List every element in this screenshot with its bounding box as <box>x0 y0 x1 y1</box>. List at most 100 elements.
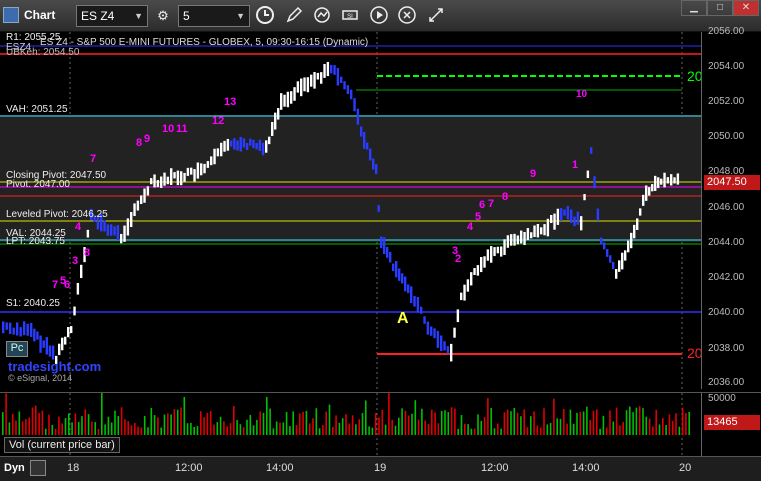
price-bar <box>383 237 386 255</box>
price-bar <box>576 211 580 225</box>
price-bar <box>550 215 553 224</box>
volume-bar <box>599 428 601 435</box>
price-bar <box>73 306 76 316</box>
play-icon[interactable] <box>368 5 390 27</box>
volume-bar <box>338 422 341 435</box>
chevron-down-icon[interactable]: ▼ <box>134 6 143 26</box>
volume-bar <box>632 412 634 435</box>
price-bar <box>233 138 236 150</box>
dynamic-mode-label[interactable]: Dyn <box>4 462 25 474</box>
close-circle-icon[interactable] <box>396 5 418 27</box>
price-bar <box>300 78 303 97</box>
price-bar <box>26 323 29 336</box>
price-bar <box>320 72 323 84</box>
price-bar <box>283 94 286 107</box>
volume-bar <box>536 425 539 435</box>
price-bar <box>340 76 343 84</box>
volume-bar <box>662 418 664 435</box>
sequence-label: 7 <box>52 279 58 291</box>
gear-icon[interactable]: ⚙ <box>152 5 174 27</box>
volume-bar <box>295 424 298 435</box>
close-button[interactable]: ✕ <box>733 0 759 16</box>
volume-bar <box>2 412 4 435</box>
price-bar <box>530 232 533 239</box>
study-icon[interactable]: SI <box>339 5 361 27</box>
chevron-down-icon[interactable]: ▼ <box>236 6 245 26</box>
price-tick: 2044.00 <box>708 237 745 248</box>
price-bar <box>506 235 510 248</box>
price-bar <box>496 246 500 254</box>
price-bar <box>386 246 389 258</box>
volume-bar <box>315 408 318 435</box>
price-bar <box>420 306 423 314</box>
volume-bar <box>124 419 126 435</box>
volume-bar <box>681 407 684 435</box>
price-bar <box>615 269 618 279</box>
volume-bar <box>246 419 248 435</box>
price-bar <box>630 232 633 249</box>
price-bar <box>486 249 490 261</box>
volume-bar <box>543 408 545 435</box>
price-bar <box>600 237 603 245</box>
volume-bar <box>454 408 456 435</box>
time-axis[interactable]: Dyn 18 12:00 14:00 19 12:00 14:00 20 <box>0 456 761 481</box>
volume-bar <box>312 418 314 435</box>
clock-icon[interactable] <box>254 5 276 27</box>
volume-bar <box>341 418 344 435</box>
volume-bar <box>74 413 77 435</box>
volume-bar <box>219 416 222 435</box>
volume-axis: 50000 13465 <box>701 392 761 456</box>
pc-button[interactable]: Pc <box>6 341 28 357</box>
volume-bar <box>170 414 172 435</box>
price-bar <box>160 176 163 188</box>
volume-label[interactable]: Vol (current price bar) <box>4 437 120 453</box>
volume-bar <box>431 409 433 435</box>
move-icon[interactable] <box>425 5 447 27</box>
volume-bar <box>638 406 641 435</box>
price-bar <box>633 224 636 239</box>
pencil-icon[interactable] <box>283 5 305 27</box>
volume-bar <box>318 428 321 435</box>
volume-bar <box>351 415 354 435</box>
volume-bar <box>114 410 116 435</box>
price-axis[interactable]: 2056.00 2054.00 2052.00 2050.00 2048.00 … <box>701 26 761 389</box>
watermark-site: tradesight.com <box>8 359 102 374</box>
volume-bar <box>275 421 278 435</box>
volume-bar <box>163 414 166 435</box>
volume-bar <box>645 416 648 435</box>
volume-bar <box>167 413 169 435</box>
volume-bar <box>223 421 225 435</box>
price-bar <box>220 142 223 157</box>
volume-chart[interactable]: Vol (current price bar) <box>0 391 701 457</box>
refresh-icon[interactable] <box>311 5 333 27</box>
price-chart[interactable]: 7 8 9 10 11 12 13 3 4 5 6 7 8 9 1 2 3 4 5 6 7 8 R1: 2055.25 E… <box>0 32 703 389</box>
volume-bar <box>487 397 489 435</box>
volume-bar <box>497 423 499 435</box>
price-bar <box>120 233 123 244</box>
price-bar <box>473 267 476 276</box>
price-tick: 2050.00 <box>708 131 745 142</box>
minimize-button[interactable]: ▁ <box>681 0 707 16</box>
obscured-level-label: UBKeh: 2054.50 <box>6 47 80 58</box>
volume-bar <box>97 428 100 435</box>
price-bar <box>657 177 660 189</box>
price-bar <box>316 72 320 80</box>
price-bar <box>476 265 480 276</box>
price-bar <box>153 174 156 188</box>
volume-bar <box>68 413 70 435</box>
price-bar <box>23 321 26 336</box>
price-bar <box>183 172 186 182</box>
volume-bar <box>361 413 364 435</box>
symbol-combo[interactable]: ES Z4 ▼ <box>76 5 148 27</box>
maximize-button[interactable]: □ <box>707 0 733 16</box>
price-bar <box>500 246 503 257</box>
volume-bar <box>450 407 453 435</box>
volume-bar <box>658 424 661 435</box>
volume-bar <box>239 424 242 435</box>
volume-bar <box>652 426 654 435</box>
zoom-icon[interactable] <box>30 460 46 476</box>
volume-bar <box>91 421 93 435</box>
price-bar <box>583 194 586 201</box>
interval-combo[interactable]: 5 ▼ <box>178 5 250 27</box>
volume-bar <box>25 419 27 435</box>
